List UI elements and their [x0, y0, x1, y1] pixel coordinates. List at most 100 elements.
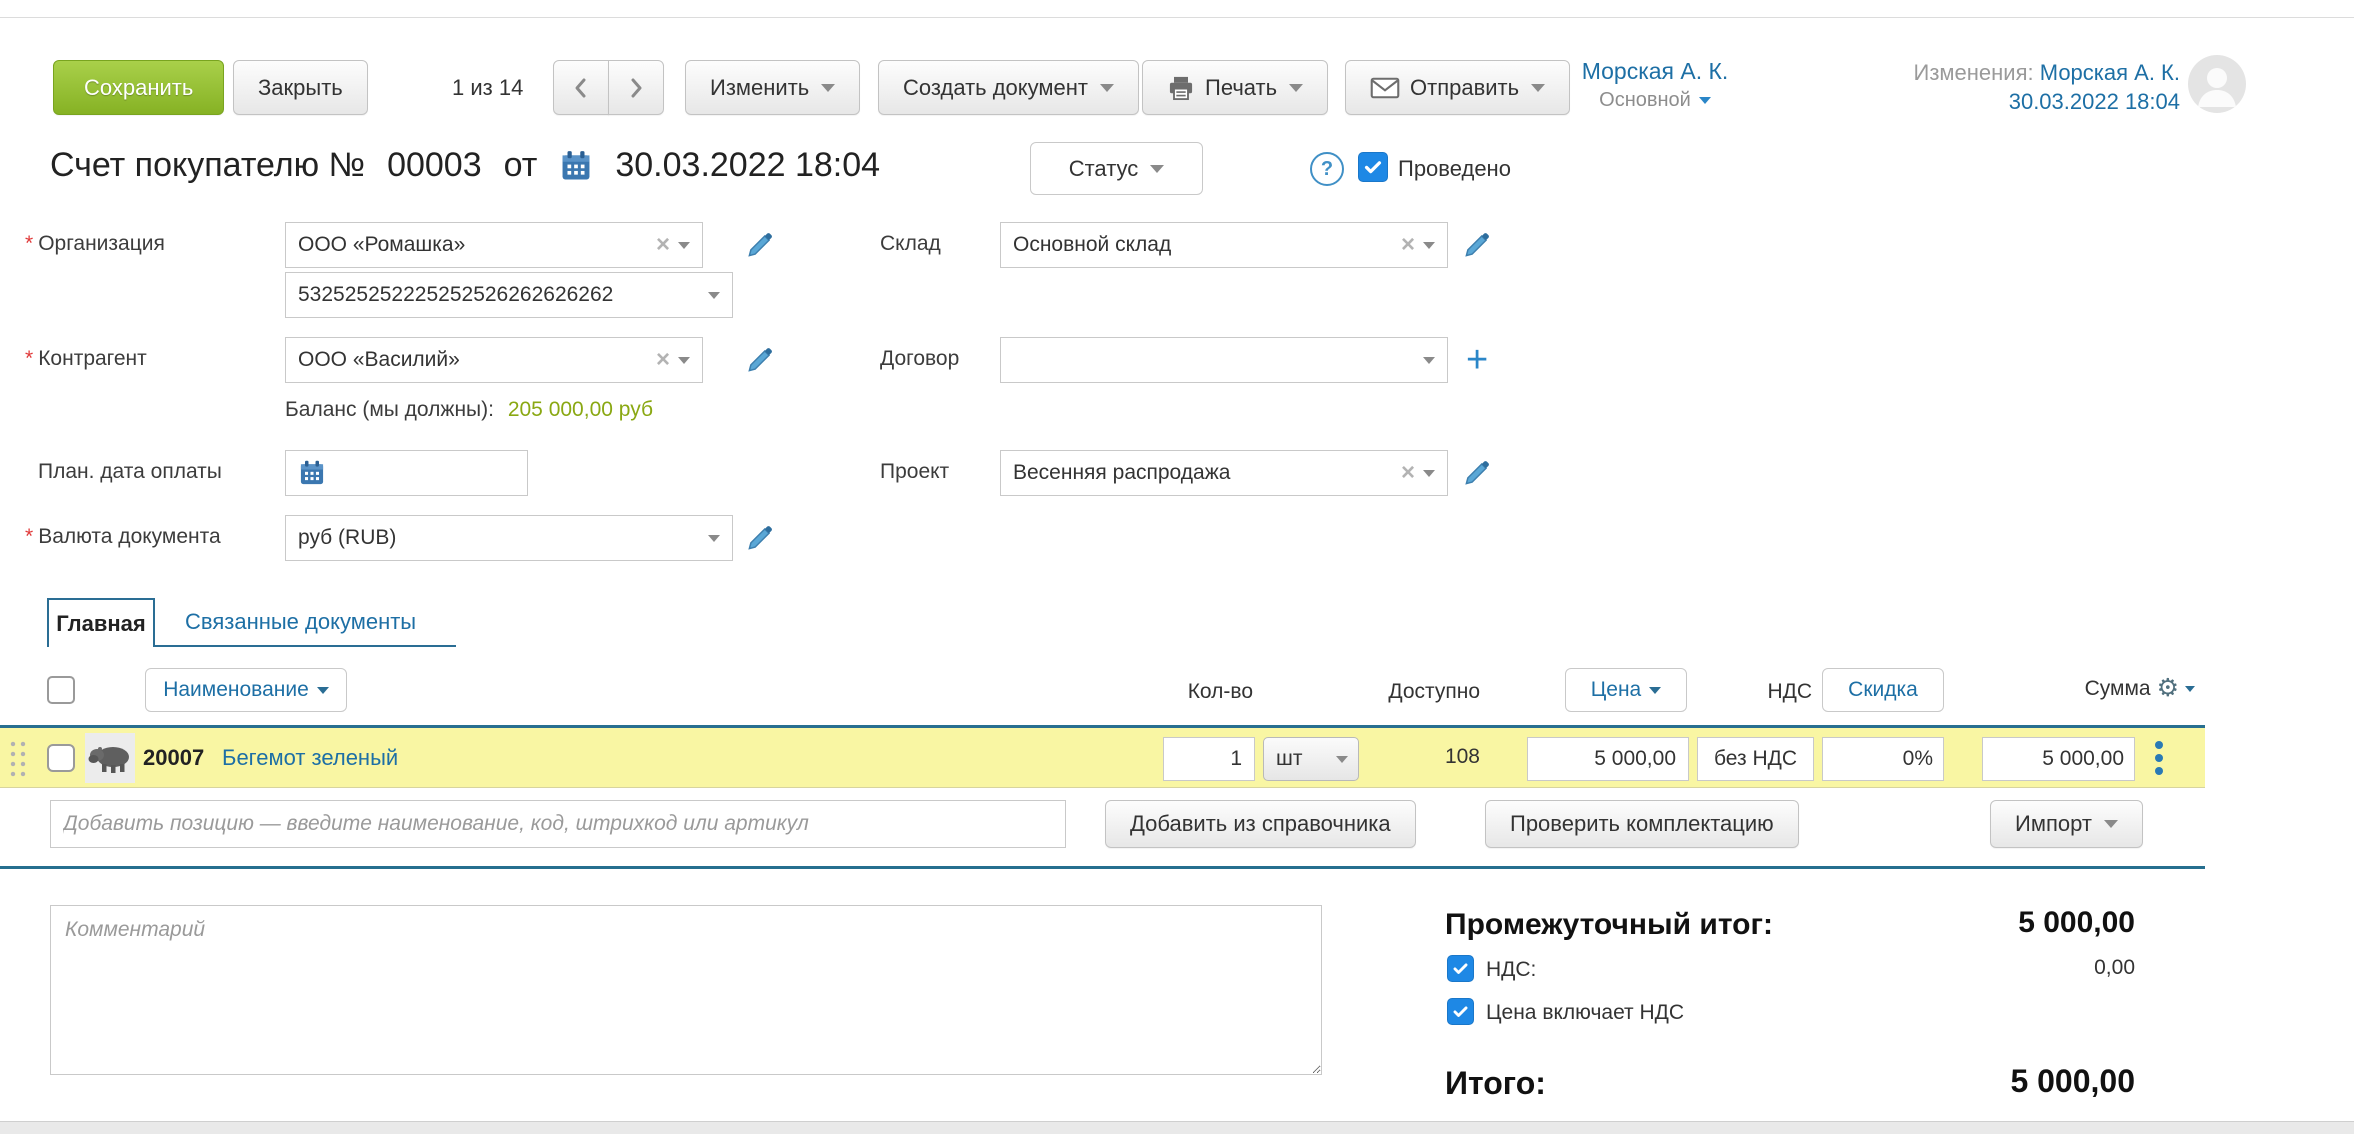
edit-menu-button[interactable]: Изменить	[685, 60, 860, 115]
tab-related-documents[interactable]: Связанные документы	[155, 598, 456, 647]
status-dropdown[interactable]: Статус	[1030, 142, 1203, 195]
check-icon	[1451, 1002, 1470, 1021]
prev-record-button[interactable]	[553, 60, 609, 115]
edit-currency-pencil-icon[interactable]	[745, 523, 775, 553]
printer-icon	[1167, 74, 1195, 102]
vat-checkbox[interactable]	[1447, 955, 1474, 982]
approved-checkbox[interactable]	[1358, 152, 1388, 182]
user-menu[interactable]: Морская А. К. Основной	[1545, 58, 1765, 112]
vat-select[interactable]: без НДС	[1697, 737, 1814, 781]
table-row[interactable]: 20007 Бегемот зеленый шт 108 без НДС 0% …	[0, 725, 2205, 788]
edit-organization-pencil-icon[interactable]	[745, 230, 775, 260]
price-input[interactable]	[1527, 737, 1689, 781]
drag-handle-icon[interactable]	[8, 739, 28, 779]
add-contract-button[interactable]: +	[1466, 337, 1488, 383]
close-button[interactable]: Закрыть	[233, 60, 368, 115]
send-menu-button[interactable]: Отправить	[1345, 60, 1570, 115]
sum-value: 5 000,00	[1982, 737, 2135, 781]
check-kit-button[interactable]: Проверить комплектацию	[1485, 800, 1799, 848]
clear-icon[interactable]: ×	[656, 233, 670, 257]
help-icon[interactable]: ?	[1310, 152, 1344, 186]
contract-select[interactable]	[1000, 337, 1448, 383]
chevron-down-icon	[708, 535, 720, 542]
import-menu-button[interactable]: Импорт	[1990, 800, 2143, 848]
total-value: 5 000,00	[1900, 1063, 2135, 1100]
sum-column-header: Сумма ⚙	[2000, 676, 2195, 701]
discount-input[interactable]: 0%	[1822, 737, 1944, 781]
row-menu-kebab-icon[interactable]	[2155, 741, 2163, 775]
avatar[interactable]	[2188, 55, 2246, 113]
payment-date-input[interactable]	[285, 450, 528, 496]
counterparty-select[interactable]: ООО «Василий» ×	[285, 337, 703, 383]
clear-icon[interactable]: ×	[1401, 461, 1415, 485]
edit-counterparty-pencil-icon[interactable]	[745, 345, 775, 375]
counterparty-value: ООО «Василий»	[298, 348, 646, 372]
comment-textarea[interactable]	[50, 905, 1322, 1075]
add-position-input[interactable]	[50, 800, 1066, 848]
required-asterisk: *	[25, 525, 33, 548]
qty-input[interactable]	[1163, 737, 1255, 781]
audit-user-link[interactable]: Морская А. К.	[2040, 60, 2180, 85]
calendar-icon[interactable]	[298, 459, 326, 487]
next-record-button[interactable]	[608, 60, 664, 115]
edit-project-pencil-icon[interactable]	[1462, 458, 1492, 488]
item-name-link[interactable]: Бегемот зеленый	[222, 745, 398, 771]
unit-value: шт	[1276, 747, 1302, 771]
chevron-down-icon	[317, 687, 329, 694]
chevron-down-icon	[1423, 470, 1435, 477]
select-all-checkbox[interactable]	[47, 676, 75, 704]
available-column-label: Доступно	[1300, 680, 1480, 704]
save-button[interactable]: Сохранить	[53, 60, 224, 115]
organization-select[interactable]: ООО «Ромашка» ×	[285, 222, 703, 268]
clear-icon[interactable]: ×	[1401, 233, 1415, 257]
user-name: Морская А. К.	[1582, 58, 1729, 84]
chevron-down-icon	[678, 357, 690, 364]
calendar-icon[interactable]	[559, 149, 593, 183]
organization-account-value: 532525252225252526262626262	[298, 283, 700, 307]
unit-select[interactable]: шт	[1263, 737, 1359, 781]
currency-select[interactable]: руб (RUB)	[285, 515, 733, 561]
top-divider	[0, 17, 2354, 18]
doc-number: 00003	[387, 146, 482, 185]
vat-total-label: НДС:	[1486, 958, 1536, 982]
chevron-down-icon	[708, 292, 720, 299]
warehouse-select[interactable]: Основной склад ×	[1000, 222, 1448, 268]
price-includes-vat-label: Цена включает НДС	[1486, 1001, 1684, 1025]
invoice-page: Сохранить Закрыть 1 из 14 Изменить Созда…	[0, 0, 2354, 1134]
required-asterisk: *	[25, 232, 33, 255]
item-code: 20007	[143, 745, 204, 771]
clear-icon[interactable]: ×	[656, 348, 670, 372]
row-checkbox[interactable]	[47, 744, 75, 772]
subtotal-label: Промежуточный итог:	[1445, 908, 1773, 942]
organization-account-select[interactable]: 532525252225252526262626262	[285, 272, 733, 318]
user-context-label: Основной	[1599, 89, 1691, 112]
chevron-down-icon[interactable]	[2185, 686, 2195, 692]
organization-label: *Организация	[25, 232, 165, 256]
tab-main[interactable]: Главная	[47, 598, 155, 647]
currency-label: *Валюта документа	[25, 525, 221, 549]
footer-bar	[0, 1121, 2354, 1134]
chevron-down-icon	[1150, 165, 1164, 173]
gear-icon[interactable]: ⚙	[2157, 676, 2179, 701]
name-column-button[interactable]: Наименование	[145, 668, 347, 712]
edit-warehouse-pencil-icon[interactable]	[1462, 230, 1492, 260]
product-thumbnail[interactable]	[85, 733, 135, 783]
edit-menu-label: Изменить	[710, 75, 809, 101]
price-column-label: Цена	[1591, 678, 1642, 702]
create-document-menu-button[interactable]: Создать документ	[878, 60, 1139, 115]
chevron-down-icon	[1289, 84, 1303, 92]
chevron-down-icon	[1336, 756, 1348, 763]
project-select[interactable]: Весенняя распродажа ×	[1000, 450, 1448, 496]
vat-total-value: 0,00	[1980, 956, 2135, 980]
price-includes-vat-checkbox[interactable]	[1447, 998, 1474, 1025]
add-from-catalog-button[interactable]: Добавить из справочника	[1105, 800, 1416, 848]
section-divider	[0, 866, 2205, 869]
print-menu-button[interactable]: Печать	[1142, 60, 1328, 115]
required-asterisk: *	[25, 347, 33, 370]
balance-value: 205 000,00 руб	[508, 398, 653, 421]
counterparty-label: *Контрагент	[25, 347, 147, 371]
doc-datetime[interactable]: 30.03.2022 18:04	[615, 146, 880, 185]
hippo-image	[88, 741, 132, 775]
discount-column-button[interactable]: Скидка	[1822, 668, 1944, 712]
payment-date-label: План. дата оплаты	[38, 460, 222, 484]
